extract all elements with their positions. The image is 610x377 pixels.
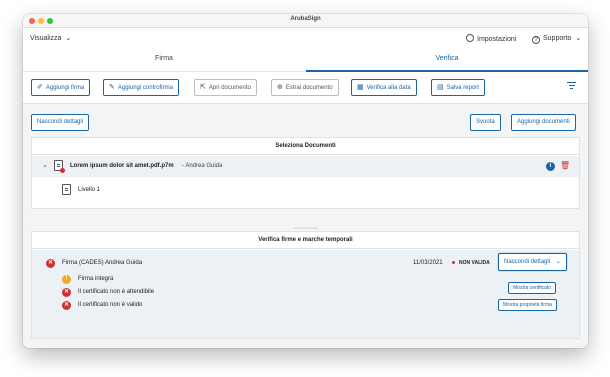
- document-signer: - Andrea Guida: [182, 163, 223, 169]
- open-document-label: Apri documento: [208, 85, 251, 91]
- chevron-down-icon[interactable]: ⌄: [42, 161, 48, 169]
- clear-button[interactable]: Svuota: [470, 114, 501, 131]
- chevron-down-icon: ⌄: [555, 259, 561, 265]
- add-countersignature-label: Aggiungi controfirma: [117, 85, 173, 91]
- check-label: Firma integra: [78, 276, 114, 282]
- tab-firma[interactable]: Firma: [23, 55, 305, 62]
- verification-panel: Verifica firme e marche temporali ✕ Firm…: [31, 231, 580, 339]
- level-label: Livello 1: [78, 187, 101, 193]
- save-report-button[interactable]: ▤ Salva report: [431, 79, 485, 96]
- calendar-icon: ▦: [357, 84, 364, 91]
- error-icon: ✕: [46, 259, 55, 268]
- filter-icon[interactable]: [567, 82, 576, 91]
- app-window: ArubaSign Visualizza ⌄ Impostazioni ? Sup…: [23, 14, 588, 348]
- action-bar: Nascondi dettagli Svuota Aggiungi docume…: [23, 105, 588, 135]
- window-title: ArubaSign: [290, 16, 321, 22]
- check-label: Il certificato non è attendibile: [78, 289, 155, 295]
- add-signature-label: Aggiungi firma: [45, 85, 85, 91]
- signature-label: Firma (CADES) Andrea Guida: [62, 260, 143, 266]
- add-signature-button[interactable]: ✐ Aggiungi firma: [31, 79, 91, 96]
- gear-icon: [466, 34, 474, 42]
- verify-at-date-label: Verifica alla data: [366, 85, 411, 91]
- warning-icon: !: [62, 275, 71, 284]
- help-icon: ?: [532, 36, 540, 44]
- add-countersignature-button[interactable]: ✎ Aggiungi controfirma: [103, 79, 179, 96]
- hide-signature-details-label: Nascondi dettagli: [504, 259, 551, 265]
- verification-panel-title: Verifica firme e marche temporali: [32, 232, 579, 249]
- document-icon: ▤: [437, 84, 444, 91]
- open-document-button[interactable]: ⇱ Apri documento: [194, 79, 257, 96]
- view-menu-label: Visualizza: [30, 35, 62, 42]
- window-bottom: [23, 340, 588, 348]
- signature-icon: ✐: [37, 84, 43, 91]
- add-documents-button[interactable]: Aggiungi documenti: [511, 114, 576, 131]
- documents-panel-title: Seleziona Documenti: [32, 138, 579, 155]
- main-tabs: Firma Verifica: [23, 50, 588, 72]
- hide-signature-details-button[interactable]: Nascondi dettagli ⌄: [498, 253, 567, 271]
- extract-document-label: Estrai documento: [285, 85, 333, 91]
- tab-verifica[interactable]: Verifica: [306, 55, 588, 62]
- settings-menu[interactable]: Impostazioni: [466, 34, 516, 43]
- toolbar: ✐ Aggiungi firma ✎ Aggiungi controfirma ⇱ A…: [23, 72, 588, 104]
- status-badge: NON VALIDA: [459, 260, 490, 266]
- chevron-down-icon: ⌄: [575, 35, 582, 42]
- level-row[interactable]: Livello 1: [32, 180, 579, 200]
- info-icon[interactable]: i: [546, 162, 555, 171]
- settings-label: Impostazioni: [477, 36, 517, 43]
- support-label: Supporto: [543, 35, 572, 42]
- countersignature-icon: ✎: [109, 84, 115, 91]
- signature-row: ✕ Firma (CADES) Andrea Guida 11/03/2021 …: [32, 250, 579, 338]
- chevron-down-icon: ⌄: [65, 35, 72, 42]
- document-icon: [62, 184, 71, 195]
- hide-details-button[interactable]: Nascondi dettagli: [31, 114, 90, 131]
- document-file-name: Lorem ipsum dolor sit amet.pdf.p7m: [70, 163, 174, 169]
- status-dot-icon: [452, 261, 455, 264]
- menu-bar: Visualizza ⌄ Impostazioni ? Supporto ⌄: [23, 28, 588, 50]
- support-menu[interactable]: ? Supporto ⌄: [532, 34, 581, 44]
- signature-date: 11/03/2021: [413, 260, 443, 266]
- splitter-handle[interactable]: [293, 227, 318, 229]
- documents-panel: Seleziona Documenti ⌄ Lorem ipsum dolor …: [31, 137, 580, 209]
- verify-at-date-button[interactable]: ▦ Verifica alla data: [351, 79, 417, 96]
- download-icon: ⊕: [277, 84, 283, 91]
- extract-document-button[interactable]: ⊕ Estrai documento: [271, 79, 339, 96]
- delete-icon[interactable]: 🗑: [560, 161, 570, 170]
- error-icon: ✕: [62, 288, 71, 297]
- show-certificate-button[interactable]: Mostra certificato: [508, 282, 557, 294]
- open-external-icon: ⇱: [200, 84, 206, 91]
- save-report-label: Salva report: [446, 85, 479, 91]
- check-label: Il certificato non è valido: [78, 302, 143, 308]
- view-menu[interactable]: Visualizza ⌄: [30, 34, 71, 42]
- document-row[interactable]: ⌄ Lorem ipsum dolor sit amet.pdf.p7m - A…: [32, 156, 579, 177]
- title-bar: ArubaSign: [23, 14, 588, 28]
- error-icon: ✕: [62, 301, 71, 310]
- show-signature-properties-button[interactable]: Mostra proprietà firma: [498, 299, 557, 311]
- error-badge-icon: [60, 168, 65, 173]
